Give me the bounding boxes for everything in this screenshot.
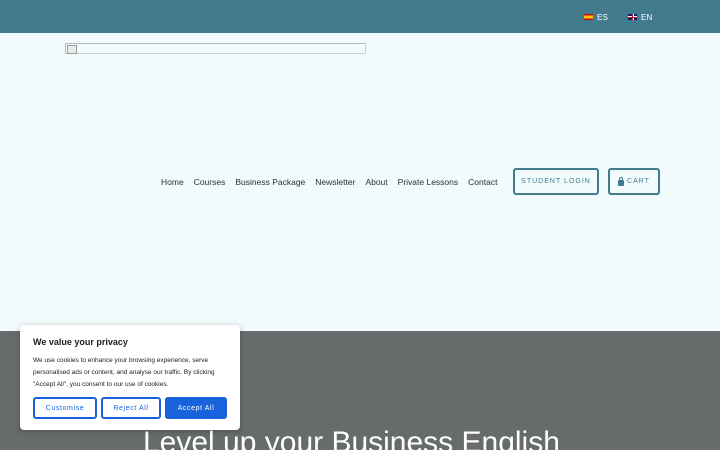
nav-item-business-package[interactable]: Business Package xyxy=(235,177,305,187)
uk-flag-icon xyxy=(628,14,637,20)
nav-item-contact[interactable]: Contact xyxy=(468,177,497,187)
cookie-banner-text: We use cookies to enhance your browsing … xyxy=(33,357,215,388)
cookie-consent-banner: We value your privacy We use cookies to … xyxy=(20,325,240,430)
language-switch-en[interactable]: EN xyxy=(628,12,653,22)
top-bar: ES EN xyxy=(0,0,720,33)
nav-item-newsletter[interactable]: Newsletter xyxy=(315,177,355,187)
site-logo-broken-image[interactable] xyxy=(65,43,366,54)
spain-flag-icon xyxy=(584,14,593,20)
nav-item-about[interactable]: About xyxy=(365,177,387,187)
reject-all-button[interactable]: Reject All xyxy=(101,397,161,419)
nav-item-courses[interactable]: Courses xyxy=(194,177,226,187)
student-login-button[interactable]: STUDENT LOGIN xyxy=(513,168,599,195)
nav-item-private-lessons[interactable]: Private Lessons xyxy=(398,177,458,187)
main-navigation: Home Courses Business Package Newsletter… xyxy=(161,177,497,187)
cookie-banner-actions: Customise Reject All Accept All xyxy=(33,397,227,419)
cart-label: CART xyxy=(627,178,650,185)
cart-button[interactable]: CART xyxy=(608,168,660,195)
site-header: Home Courses Business Package Newsletter… xyxy=(0,33,720,331)
customise-button[interactable]: Customise xyxy=(33,397,97,419)
language-label-en: EN xyxy=(641,12,653,22)
language-label-es: ES xyxy=(597,12,609,22)
accept-all-button[interactable]: Accept All xyxy=(165,397,227,419)
cookie-banner-title: We value your privacy xyxy=(33,337,128,347)
nav-item-home[interactable]: Home xyxy=(161,177,184,187)
language-switch-es[interactable]: ES xyxy=(584,12,608,22)
shopping-bag-icon xyxy=(618,176,625,186)
